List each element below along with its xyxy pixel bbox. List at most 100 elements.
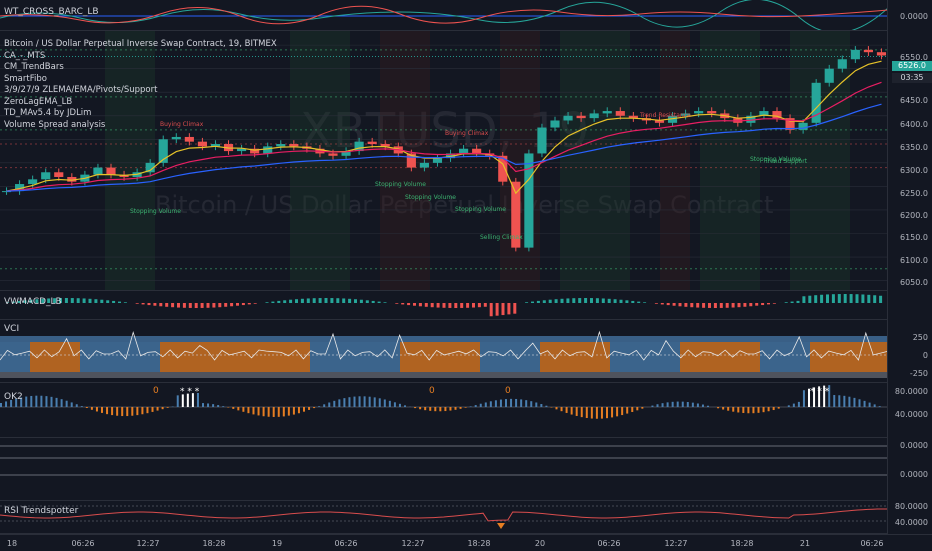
vci-tick: 250 bbox=[913, 333, 928, 342]
vwmacd-bar bbox=[850, 294, 853, 303]
candle-body bbox=[694, 111, 703, 113]
ok2-bar bbox=[803, 390, 805, 407]
ok2-bar bbox=[374, 397, 376, 407]
vwmacd-bar bbox=[65, 298, 68, 303]
ok2-bar bbox=[869, 403, 871, 407]
vwmacd-bar bbox=[336, 298, 339, 303]
ok2-svg bbox=[0, 383, 888, 437]
legend-cm-trendbars: CM_TrendBars bbox=[4, 62, 64, 73]
vwmacd-bar bbox=[271, 302, 274, 303]
vwmacd-bar bbox=[454, 303, 457, 308]
ok2-bar bbox=[298, 407, 300, 413]
ok2-bar bbox=[793, 404, 795, 407]
vwmacd-bar bbox=[714, 303, 717, 308]
vwmacd-bar bbox=[466, 303, 469, 308]
ok2-bar bbox=[864, 401, 866, 407]
ok2-bar bbox=[116, 407, 118, 416]
vwmacd-bar bbox=[319, 298, 322, 303]
vwmacd-bar bbox=[620, 300, 623, 303]
legend-zlema: 3/9/27/9 ZLEMA/EMA/Pivots/Support bbox=[4, 85, 157, 96]
ok2-bar bbox=[359, 396, 361, 407]
vci-segment bbox=[540, 342, 610, 372]
ok2-bar bbox=[273, 407, 275, 417]
ok2-bar bbox=[242, 407, 244, 412]
vci-segment bbox=[0, 342, 30, 372]
ok2-bar bbox=[5, 401, 7, 407]
ok2-tick: 40.0000 bbox=[895, 410, 928, 419]
vwmacd-bar bbox=[507, 303, 510, 314]
vwmacd-bar bbox=[490, 303, 493, 316]
ok2-bar bbox=[768, 407, 770, 411]
ok2-bar bbox=[798, 402, 800, 407]
ok2-bar bbox=[30, 396, 32, 407]
price-tick: 6250.0 bbox=[900, 189, 928, 198]
vwmacd-bar bbox=[425, 303, 428, 307]
candle-body bbox=[41, 172, 50, 179]
vci-label: VCI bbox=[4, 324, 19, 334]
ok2-bar bbox=[141, 407, 143, 414]
vsa-annotation: Buying Climax bbox=[160, 121, 204, 128]
session-band bbox=[380, 31, 430, 290]
ok2-bar bbox=[525, 400, 527, 407]
ok2-bar bbox=[40, 396, 42, 407]
vsa-annotation: Trend Resistance bbox=[639, 112, 691, 119]
blank-axis: 0.0000 0.0000 bbox=[887, 438, 932, 500]
ok2-bar bbox=[651, 406, 653, 407]
vsa-annotation: Stopping Volume bbox=[405, 194, 456, 201]
candle-body bbox=[577, 116, 586, 118]
ok2-bar bbox=[56, 398, 58, 407]
vwmacd-bar bbox=[578, 298, 581, 303]
ok2-bar bbox=[217, 405, 219, 407]
vwmacd-bar bbox=[743, 303, 746, 307]
vwmacd-bar bbox=[177, 303, 180, 308]
ok2-bar bbox=[0, 403, 2, 407]
time-tick: 18:28 bbox=[202, 539, 225, 548]
vwmacd-bar bbox=[307, 298, 310, 303]
ok2-bar bbox=[232, 407, 234, 409]
ok2-bar bbox=[444, 407, 446, 411]
vwmacd-bar bbox=[378, 302, 381, 303]
ok2-bar bbox=[697, 403, 699, 407]
vwmacd-bar bbox=[460, 303, 463, 308]
ok2-bar bbox=[237, 407, 239, 410]
vwmacd-bar bbox=[555, 299, 558, 303]
ok2-bar bbox=[126, 407, 128, 416]
candle-body bbox=[172, 137, 181, 139]
vsa-annotation: Buying Climax bbox=[445, 130, 489, 137]
time-tick: 06:26 bbox=[71, 539, 94, 548]
ok2-bar bbox=[833, 395, 835, 407]
ok2-bar bbox=[111, 407, 113, 415]
vsa-annotation: Stopping Volume bbox=[375, 181, 426, 188]
price-tick: 6450.0 bbox=[900, 96, 928, 105]
ok2-bar bbox=[747, 407, 749, 413]
time-tick: 19 bbox=[272, 539, 282, 548]
candle-body bbox=[420, 163, 429, 168]
vwmacd-bar bbox=[661, 303, 664, 304]
ok2-tick: 80.0000 bbox=[895, 387, 928, 396]
ok2-bar bbox=[323, 404, 325, 407]
vwmacd-bar bbox=[431, 303, 434, 307]
ok2-bar bbox=[227, 407, 229, 408]
candle-body bbox=[550, 120, 559, 127]
blank-tick: 0.0000 bbox=[900, 470, 928, 479]
ok2-bar bbox=[364, 396, 366, 407]
ok2-bar bbox=[253, 407, 255, 414]
ok2-marker: 0 bbox=[505, 386, 511, 396]
candle-body bbox=[616, 111, 625, 116]
candle-body bbox=[877, 52, 886, 55]
vwmacd-bar bbox=[838, 294, 841, 303]
candle-body bbox=[328, 153, 337, 155]
vwmacd-bar bbox=[655, 303, 658, 304]
ok2-bar bbox=[414, 407, 416, 408]
vwmacd-bar bbox=[413, 303, 416, 306]
ok2-bar bbox=[51, 397, 53, 407]
ok2-bar bbox=[702, 405, 704, 407]
rsi-label: RSI Trendspotter bbox=[4, 506, 78, 516]
ok2-bar bbox=[455, 407, 457, 410]
vci-segment bbox=[160, 342, 240, 372]
ok2-bar bbox=[667, 402, 669, 407]
ok2-bar bbox=[859, 399, 861, 407]
ok2-bar bbox=[621, 407, 623, 415]
ok2-bar bbox=[591, 407, 593, 419]
vwmacd-bar bbox=[348, 299, 351, 303]
